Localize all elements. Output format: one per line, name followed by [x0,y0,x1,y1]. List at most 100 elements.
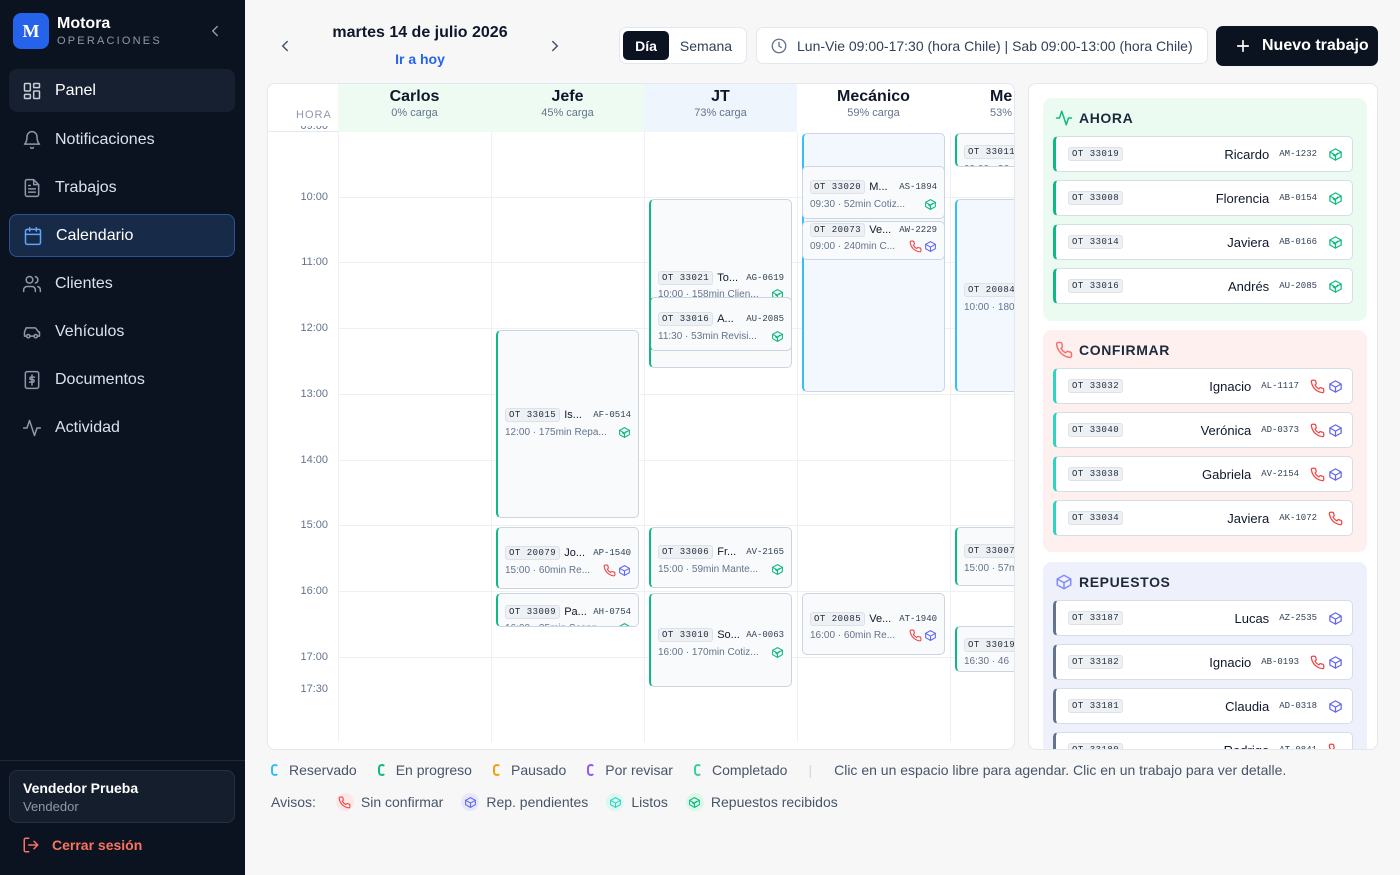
column-header-2[interactable]: JT 73% carga [644,84,797,132]
queue-item[interactable]: OT 33038 Gabriela AV-2154 [1053,456,1353,492]
logout-button[interactable]: Cerrar sesión [22,836,142,854]
brand-name: Motora [57,14,111,32]
alert-legend-item: Sin confirmar [335,793,444,811]
job-card[interactable]: OT 33016 A... AU-2085 11:30 · 53min Revisi.… [649,297,792,352]
legend-item: Por revisar [587,762,673,778]
column-header-1[interactable]: Jefe 45% carga [491,84,644,132]
queue-item[interactable]: OT 33180 Rodrigo AT-0841 [1053,732,1353,750]
work-order-id: OT 33019 [1068,147,1124,161]
column-header-0[interactable]: Carlos 0% carga [338,84,491,132]
sidebar-item-documentos[interactable]: Documentos [9,358,235,401]
sidebar-item-label: Notificaciones [55,130,155,148]
job-card[interactable]: OT 33011 09:00 · 36 [955,133,1014,168]
collapse-sidebar-icon[interactable] [206,22,224,40]
job-detail: 15:00 · 57m [964,562,1015,574]
sidebar-item-label: Clientes [55,274,113,292]
alert-badge [606,793,625,811]
work-order-id: OT 33007 [964,544,1014,559]
status-dot [377,764,386,776]
queue-item[interactable]: OT 33016 Andrés AU-2085 [1053,268,1353,304]
parts-ready-icon [769,646,784,659]
user-name: Vendedor Prueba [23,780,139,796]
technician-load: 53% [990,107,1013,119]
job-card[interactable]: OT 33010 So... AA-0063 16:00 · 170min Cotiz… [649,592,792,688]
logout-icon [22,836,40,854]
brand[interactable]: M Motora OPERACIONES [13,13,162,49]
parts-ready-icon [769,563,784,576]
job-card[interactable]: OT 20079 Jo... AP-1540 15:00 · 60min Re... [496,527,639,589]
column-header-3[interactable]: Mecánico 59% carga [797,84,950,132]
queue-item[interactable]: OT 33181 Claudia AD-0318 [1053,688,1353,724]
hour-gridline [338,459,1014,461]
client-name: Rodrigo [1223,742,1270,750]
job-card[interactable]: OT 33006 Fr... AV-2165 15:00 · 59min Mante.… [649,527,792,588]
calendar-grid[interactable]: 09:00 10:00 11:00 12:00 13:00 14:00 15:00 16:0… [268,126,1015,749]
queue-item[interactable]: OT 33008 Florencia AB-0154 [1053,180,1353,216]
client-name: Ignacio [1209,654,1252,670]
job-card[interactable]: OT 20073 Ve... AW-2229 09:00 · 240min C... [802,220,945,261]
license-plate: AH-0754 [593,606,631,617]
column-header-4[interactable]: Me 53% [950,84,1014,132]
queue-item[interactable]: OT 33034 Javiera AK-1072 [1053,500,1353,536]
sidebar-item-actividad[interactable]: Actividad [9,406,235,449]
queue-item[interactable]: OT 33187 Lucas AZ-2535 [1053,600,1353,636]
alert-label: Sin confirmar [360,794,444,810]
queue-item[interactable]: OT 33040 Verónica AD-0373 [1053,412,1353,448]
sidebar-item-label: Documentos [55,370,145,388]
phone-icon [1307,379,1325,394]
new-job-button[interactable]: Nuevo trabajo [1216,26,1378,66]
queue-item[interactable]: OT 33182 Ignacio AB-0193 [1053,644,1353,680]
client-name: Ricardo [1224,146,1270,162]
next-day-icon[interactable] [546,37,564,55]
technician-name: Jefe [551,88,584,105]
activity-icon [1055,109,1073,127]
section-header: CONFIRMAR [1055,341,1170,359]
phone-icon [601,564,616,577]
job-card[interactable]: OT 33020 M... AS-1894 09:30 · 52min Cotiz..… [802,165,945,219]
client-name: Florencia [1215,190,1270,206]
status-legend: Reservado En progreso Pausado Por revisar Co… [271,762,1286,778]
work-order-id: OT 33016 [658,312,714,327]
job-card[interactable]: OT 33009Pa... AH-0754 16:00 · 35min Scann.… [496,592,639,628]
sidebar-item-panel[interactable]: Panel [9,69,235,112]
business-hours: Lun-Vie 09:00-17:30 (hora Chile) | Sab 0… [756,27,1208,64]
alert-legend-item: Listos [606,793,668,811]
work-order-id: OT 33181 [1068,699,1124,713]
job-card[interactable]: OT 33007 15:00 · 57m [955,527,1015,586]
date-title: martes 14 de julio 2026 [332,24,508,41]
job-detail: 16:30 · 46 [964,656,1010,668]
license-plate: AW-2229 [899,224,937,235]
sidebar-item-clientes[interactable]: Clientes [9,262,235,305]
today-link[interactable]: Ir a hoy [310,51,530,67]
sidebar-item-notificaciones[interactable]: Notificaciones [9,118,235,161]
work-order-id: OT 20085 [810,611,866,626]
box-icon [464,796,477,809]
work-order-id: OT 33187 [1068,611,1124,625]
parts-ready-icon [616,426,631,439]
job-card[interactable]: OT 20085 Ve... AT-1940 16:00 · 60min Re... [802,592,945,655]
client-name: Is... [564,409,582,422]
prev-day-icon[interactable] [276,37,294,55]
sidebar-item-trabajos[interactable]: Trabajos [9,166,235,209]
user-card[interactable]: Vendedor Prueba Vendedor [9,770,235,823]
job-card[interactable]: OT 33015 Is... AF-0514 12:00 · 175min Repa.… [496,330,639,518]
technician-name: Carlos [389,88,440,105]
status-panel: AHORA OT 33019 Ricardo AM-1232 OT 33008 Flore… [1028,83,1378,750]
parts-ready-icon [922,198,937,211]
phone-icon [338,796,351,809]
parts-ready-icon [1325,147,1343,162]
legend-item: En progreso [377,762,472,778]
work-order-id: OT 33180 [1068,743,1124,749]
sidebar-item-label: Actividad [55,418,120,436]
job-card[interactable]: OT 20084 10:00 · 180 [955,198,1015,392]
job-detail: 10:00 · 180 [964,301,1015,313]
queue-item[interactable]: OT 33032 Ignacio AL-1117 [1053,368,1353,404]
view-week-button[interactable]: Semana [669,31,743,60]
queue-item[interactable]: OT 33019 Ricardo AM-1232 [1053,136,1353,172]
queue-item[interactable]: OT 33014 Javiera AB-0166 [1053,224,1353,260]
sidebar-item-vehiculos[interactable]: Vehículos [9,310,235,353]
job-card[interactable]: OT 33019 16:30 · 46 [955,625,1014,673]
view-day-button[interactable]: Día [623,31,669,60]
sidebar-item-calendario[interactable]: Calendario [9,214,235,257]
license-plate: AV-2165 [746,547,784,558]
